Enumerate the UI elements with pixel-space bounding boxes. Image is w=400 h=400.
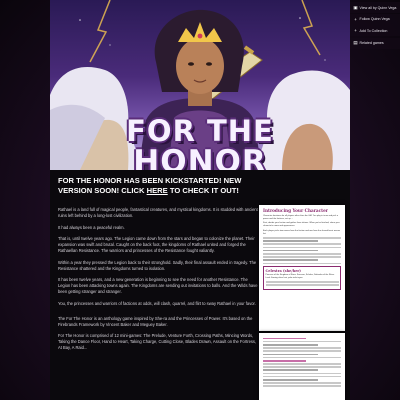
description-paragraph: That is, until twelve years ago. The Leg… [58,236,255,253]
preview-text-line [263,363,341,365]
preview-heading: Introducing Your Character [263,208,328,213]
preview-character-box: Celestra (she/her) Princess of the Kingd… [263,266,341,290]
preview-text-line [263,366,341,368]
add-to-collection-button[interactable]: + Add To Collection [350,25,400,36]
preview-text-line [263,259,318,261]
hero-title-line1: FOR THE [126,114,274,148]
view-all-by-author-button[interactable]: ▣ View all by Quinn Vega [350,2,400,13]
preview-text-line [263,249,318,252]
view-all-label: View all by Quinn Vega [359,5,397,10]
game-page: FOR THE HONOR FOR THE HONOR HAS BEEN KIC… [50,0,350,400]
hero-logo-title: FOR THE HONOR [50,116,350,170]
related-games-button[interactable]: ▤ Related games [350,37,400,49]
description-paragraph: The For The Honor is an anthology game i… [58,315,253,327]
rulebook-preview-page[interactable]: Introducing Your Character Character dec… [259,205,345,331]
preview-paragraph: First, decide your faction and gather th… [263,222,340,228]
rulebook-preview-page-2[interactable] [259,333,345,400]
description-paragraph: Rathael is a land full of magical people… [58,207,258,218]
kickstarter-headline: FOR THE HONOR HAS BEEN KICKSTARTED! NEW … [58,176,258,196]
preview-text-line [263,243,341,245]
description-paragraph: Within a year they pressed the Legion ba… [58,259,257,271]
preview-text-line [265,284,339,286]
headline-text-after: TO CHECK IT OUT! [167,186,239,195]
preview-text-line [263,353,318,356]
description-paragraph: For The Honor is comprised of 12 mini-ga… [58,333,257,350]
preview-text-line [263,356,341,359]
preview-text: Character decisions for all players othe… [263,215,341,235]
preview-text-line [263,347,341,349]
hero-banner: FOR THE HONOR [50,0,350,170]
preview-text-line [263,343,318,346]
preview-character-name: Celestra (she/her) [265,268,301,273]
related-label: Related games [359,41,384,45]
itch-side-panel: ▣ View all by Quinn Vega + Follow Quinn … [350,0,400,49]
preview-text-line [263,237,341,239]
preview-text-line [263,369,318,372]
follow-author-button[interactable]: + Follow Quinn Vega [350,13,400,25]
kickstarter-link[interactable]: HERE [147,186,168,195]
preview-text-line [263,340,341,343]
description-paragraph: It has been twelve years, and a new gene… [58,277,258,294]
follow-icon: + [354,16,357,22]
preview-text-line [263,359,306,362]
preview-text-line [263,350,341,352]
follow-label: Follow Quinn Vega [359,17,390,21]
preview-character-text: Princess of the Kingdom of Stars. Sorcer… [265,273,335,279]
preview-text-line [263,382,341,384]
add-collection-icon: + [354,28,357,33]
itch-icon: ▣ [353,4,358,10]
preview-text-line [265,281,339,283]
add-collection-label: Add To Collection [359,28,388,33]
preview-text-line [263,262,341,265]
related-icon: ▤ [353,40,358,45]
description-paragraph: You, the princesses and warriors of fact… [58,300,256,306]
preview-text-line [263,375,341,378]
hero-title-line2: HONOR [133,144,267,170]
description-paragraph: It had always been a peaceful realm. [58,224,125,230]
preview-paragraph: Each player picks two moves from the fac… [263,229,341,235]
preview-text-line [263,372,341,375]
preview-text-line [263,240,318,242]
preview-text-line [263,337,306,340]
preview-text-line [263,252,341,255]
preview-text-line [263,385,341,387]
preview-text-line [263,246,341,249]
preview-paragraph: Character decisions for all players othe… [263,215,339,220]
preview-text-line [263,256,341,258]
game-description: Rathael is a land full of magical people… [58,207,258,357]
preview-text-line [263,379,318,381]
